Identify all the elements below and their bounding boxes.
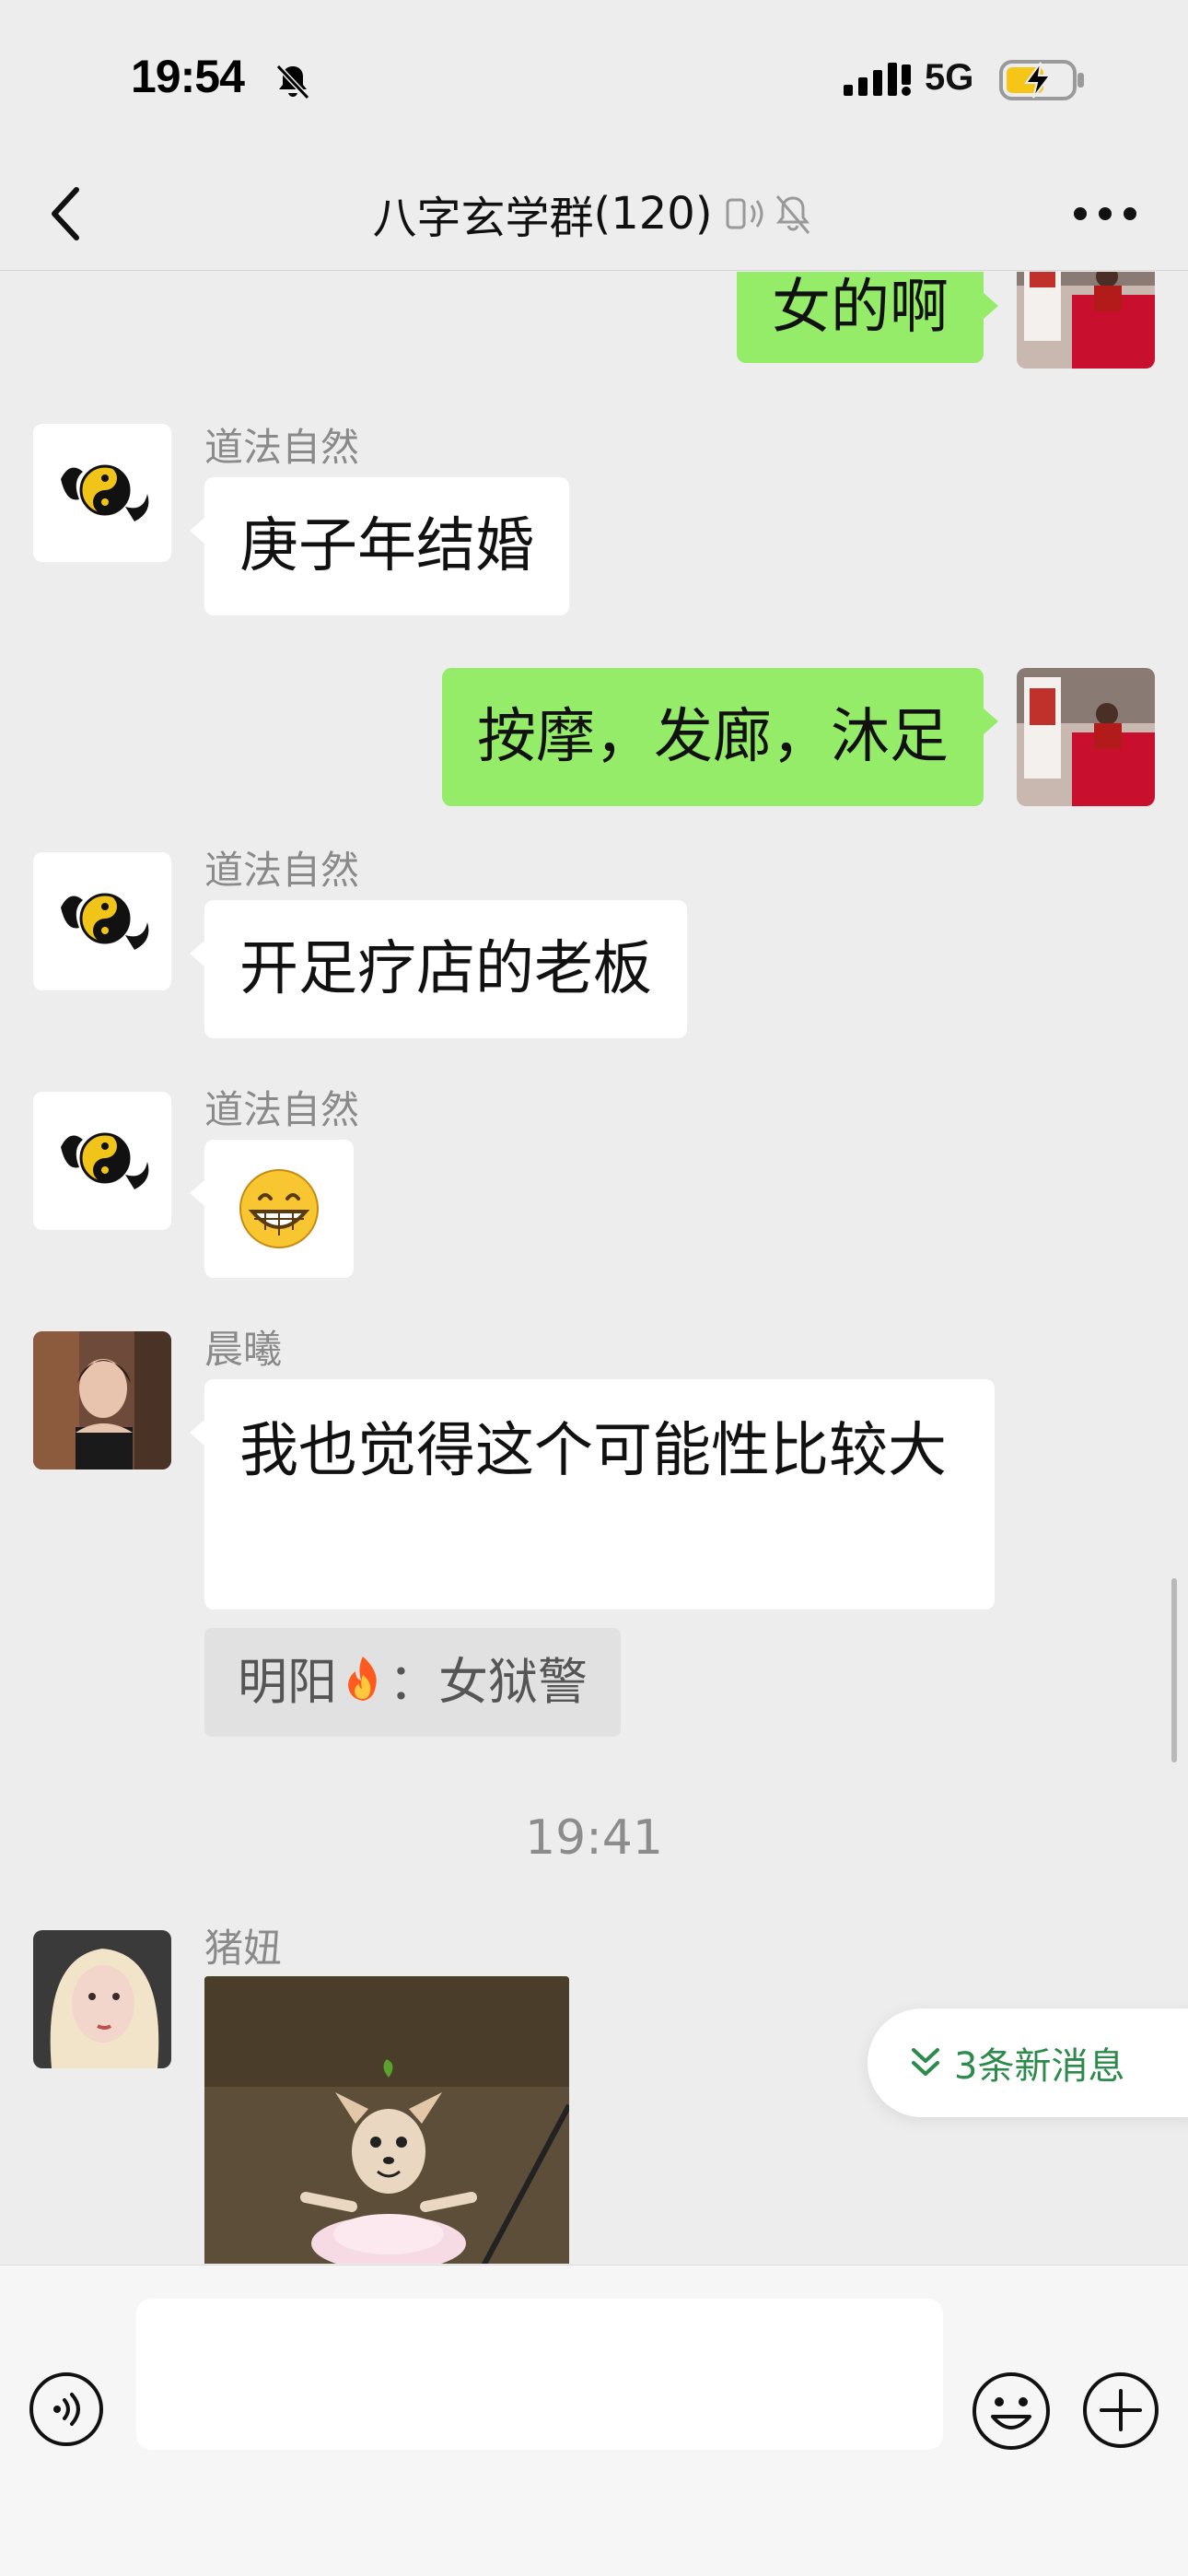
- ellipsis-icon: [1074, 207, 1136, 220]
- status-bar: 19:54 5G: [0, 0, 1188, 157]
- group-name: 八字玄学群: [372, 193, 594, 244]
- avatar-zhuniu[interactable]: [33, 1930, 171, 2068]
- chihuahua-ballerina-sticker: [204, 1976, 569, 2264]
- bell-muted-icon: [275, 64, 310, 100]
- quoted-message[interactable]: 明阳 ：女狱警: [204, 1628, 621, 1737]
- avatar-daofaziran[interactable]: [33, 852, 171, 990]
- signal-icon: [844, 63, 911, 96]
- message-timestamp: 19:41: [525, 1810, 663, 1866]
- sender-name: 晨曦: [204, 1327, 283, 1372]
- status-time: 19:54: [131, 51, 245, 102]
- new-messages-button[interactable]: 3条新消息: [868, 2008, 1188, 2117]
- emoji-icon[interactable]: [971, 2371, 1052, 2452]
- message-bubble[interactable]: 按摩，发廊，沐足: [442, 668, 998, 806]
- taiji-logo-icon: [33, 424, 171, 562]
- image-message[interactable]: [204, 1976, 569, 2264]
- earpiece-mode-icon: [726, 198, 763, 229]
- avatar-chenxi[interactable]: [33, 1331, 171, 1469]
- voice-input-icon[interactable]: [28, 2371, 105, 2448]
- message-bubble[interactable]: 开足疗店的老板: [190, 900, 687, 1038]
- battery-charging-icon: [999, 60, 1084, 100]
- sender-name: 道法自然: [204, 848, 360, 893]
- plus-icon[interactable]: [1081, 2371, 1160, 2450]
- message-list[interactable]: 女的啊 道法自然 庚子年结婚 按摩，发廊，沐足 道法自然 开足疗店的老板 道法自…: [0, 272, 1188, 2264]
- composer-bar: [0, 2265, 1188, 2576]
- sender-name: 道法自然: [204, 425, 360, 470]
- message-bubble[interactable]: 女的啊: [737, 272, 998, 363]
- quote-separator: ：: [389, 1653, 438, 1711]
- sender-name: 猪妞: [204, 1926, 283, 1971]
- avatar-self[interactable]: [1017, 668, 1155, 806]
- avatar-daofaziran[interactable]: [33, 1092, 171, 1230]
- avatar-daofaziran[interactable]: [33, 424, 171, 562]
- message-input[interactable]: [136, 2299, 943, 2450]
- network-type: 5G: [925, 57, 974, 98]
- emoji-message-bubble[interactable]: [190, 1140, 354, 1278]
- avatar-self[interactable]: [1017, 272, 1155, 369]
- message-bubble[interactable]: 庚子年结婚: [190, 477, 569, 615]
- message-bubble[interactable]: 我也觉得这个可能性比较大: [190, 1379, 995, 1610]
- avatar-chenxi-image: [33, 1331, 171, 1469]
- fire-emoji-icon: [348, 1657, 377, 1701]
- grinning-face-emoji: [239, 1169, 319, 1248]
- quote-author: 明阳: [238, 1653, 337, 1711]
- sender-name: 道法自然: [204, 1087, 360, 1132]
- member-count: (120): [593, 188, 713, 240]
- taiji-logo-icon: [33, 1092, 171, 1230]
- avatar-zhuniu-image: [33, 1930, 171, 2068]
- avatar-self-image: [1017, 668, 1155, 806]
- new-messages-label: 3条新消息: [954, 2045, 1125, 2088]
- chat-header: 八字玄学群 (120): [0, 157, 1188, 271]
- avatar-self-image: [1017, 272, 1155, 369]
- quote-text: 女狱警: [438, 1653, 588, 1711]
- mute-notifications-icon: [775, 195, 809, 234]
- more-options-button[interactable]: [1068, 186, 1142, 241]
- double-chevron-down-icon: [912, 2048, 939, 2076]
- taiji-logo-icon: [33, 852, 171, 990]
- scrollbar[interactable]: [1171, 1578, 1177, 1762]
